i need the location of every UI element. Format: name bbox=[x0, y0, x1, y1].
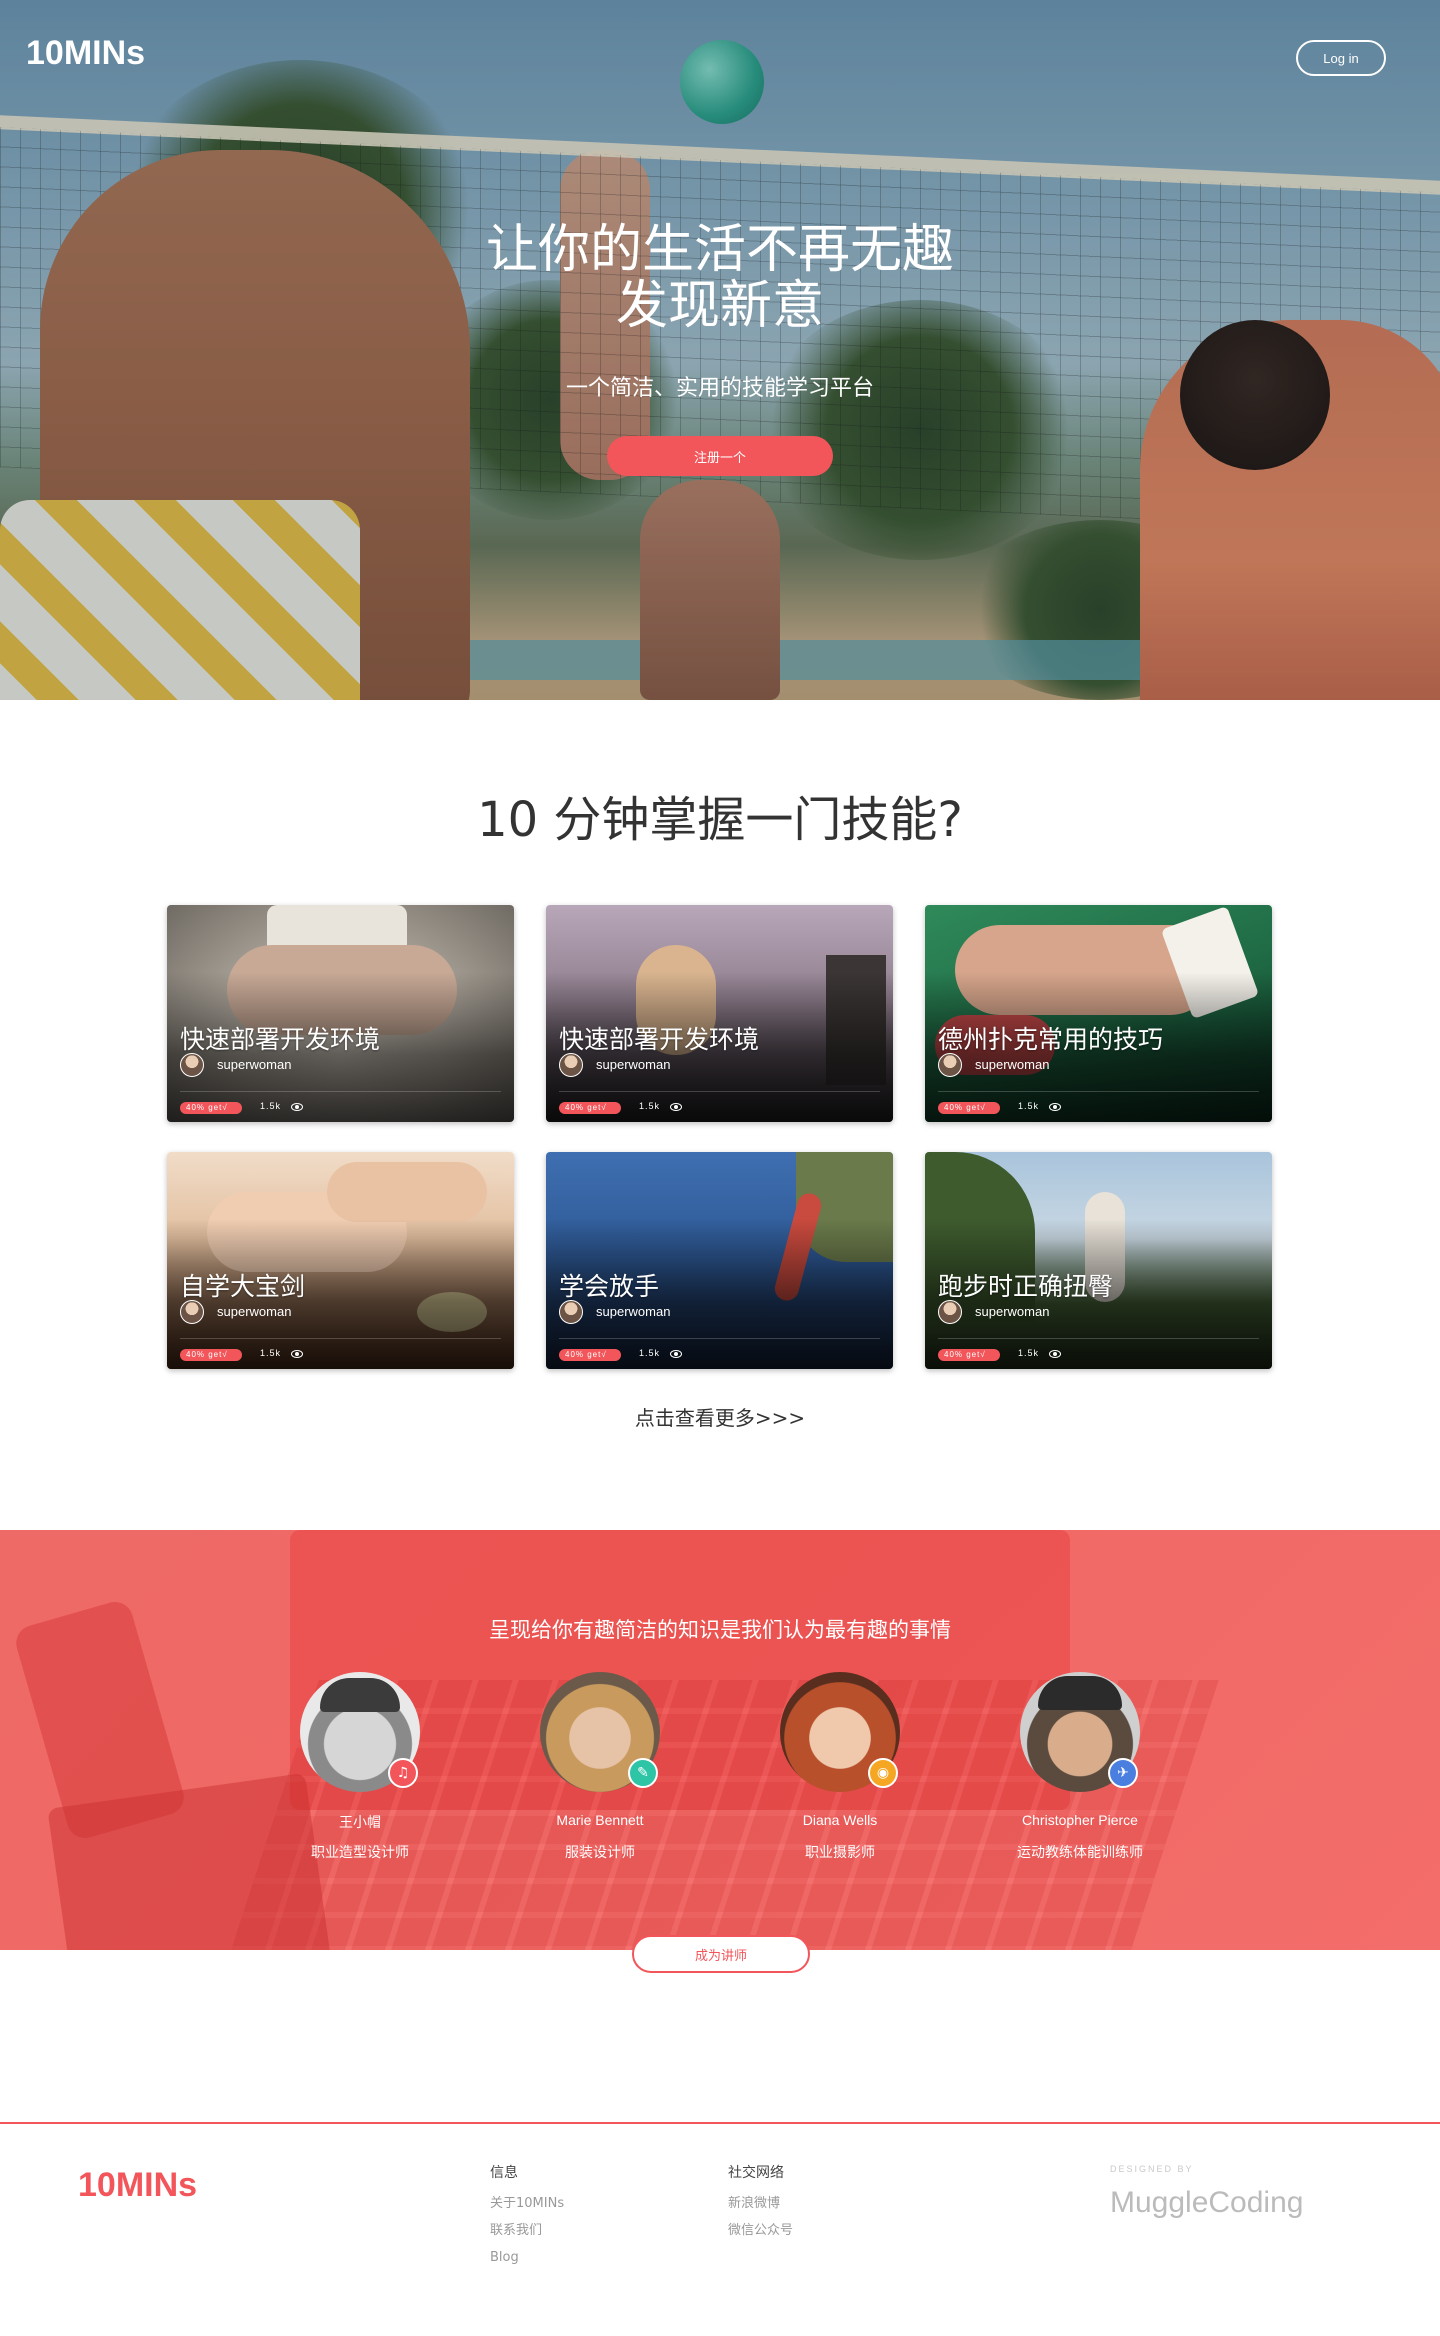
site-logo[interactable]: 10MINs bbox=[26, 34, 145, 73]
view-count: 1.5k bbox=[260, 1348, 282, 1358]
login-button[interactable]: Log in bbox=[1296, 40, 1386, 76]
eye-icon bbox=[291, 1103, 303, 1111]
card-author[interactable]: superwoman bbox=[217, 1304, 291, 1319]
signup-button[interactable]: 注册一个 bbox=[607, 436, 833, 476]
view-count: 1.5k bbox=[1018, 1348, 1040, 1358]
teachers-heading: 呈现给你有趣简洁的知识是我们认为最有趣的事情 bbox=[489, 1618, 951, 1642]
eye-icon bbox=[670, 1103, 682, 1111]
card-author[interactable]: superwoman bbox=[596, 1304, 670, 1319]
card-title: 自学大宝剑 bbox=[180, 1272, 306, 1301]
author-avatar bbox=[938, 1053, 962, 1077]
view-count: 1.5k bbox=[1018, 1101, 1040, 1111]
card-author[interactable]: superwoman bbox=[217, 1057, 291, 1072]
teacher-role: 职业摄影师 bbox=[805, 1845, 875, 1861]
teacher-name: Christopher Pierce bbox=[1022, 1812, 1138, 1828]
author-avatar bbox=[559, 1300, 583, 1324]
music-icon: ♫ bbox=[388, 1758, 418, 1788]
skill-card[interactable]: 德州扑克常用的技巧 superwoman 40% get√ 1.5k bbox=[925, 905, 1272, 1122]
author-avatar bbox=[180, 1300, 204, 1324]
footer-info-heading: 信息 bbox=[490, 2165, 518, 2181]
progress-badge: 40% get√ bbox=[559, 1349, 621, 1361]
pencil-icon: ✎ bbox=[628, 1758, 658, 1788]
eye-icon bbox=[291, 1350, 303, 1358]
see-more-link[interactable]: 点击查看更多>>> bbox=[0, 1402, 1440, 1431]
card-author[interactable]: superwoman bbox=[596, 1057, 670, 1072]
footer-social-column: 社交网络 新浪微博 微信公众号 bbox=[728, 2162, 793, 2244]
card-title: 跑步时正确扭臀 bbox=[938, 1272, 1114, 1301]
skills-heading: 10 分钟掌握一门技能? bbox=[477, 792, 963, 848]
card-title: 快速部署开发环境 bbox=[559, 1025, 760, 1054]
camera-icon: ◉ bbox=[868, 1758, 898, 1788]
footer-logo[interactable]: 10MINs bbox=[78, 2166, 197, 2205]
teacher-name: Diana Wells bbox=[802, 1812, 878, 1828]
skill-card[interactable]: 快速部署开发环境 superwoman 40% get√ 1.5k bbox=[167, 905, 514, 1122]
progress-badge: 40% get√ bbox=[559, 1102, 621, 1114]
skill-card[interactable]: 快速部署开发环境 superwoman 40% get√ 1.5k bbox=[546, 905, 893, 1122]
teacher-name: Marie Bennett bbox=[556, 1812, 644, 1828]
hero-title-line1: 让你的生活不再无趣 bbox=[485, 220, 954, 280]
hero-banner: 10MINs Log in 让你的生活不再无趣 发现新意 一个简洁、实用的技能学… bbox=[0, 0, 1440, 700]
progress-badge: 40% get√ bbox=[180, 1102, 242, 1114]
skill-card[interactable]: 学会放手 superwoman 40% get√ 1.5k bbox=[546, 1152, 893, 1369]
eye-icon bbox=[1049, 1350, 1061, 1358]
card-title: 快速部署开发环境 bbox=[180, 1025, 381, 1054]
hero-subtitle: 一个简洁、实用的技能学习平台 bbox=[565, 376, 874, 401]
footer-divider bbox=[0, 2122, 1440, 2124]
card-title: 学会放手 bbox=[559, 1272, 660, 1301]
hero-title: 让你的生活不再无趣 发现新意 bbox=[0, 222, 1440, 334]
footer-info-column: 信息 关于10MINs 联系我们 Blog bbox=[490, 2162, 564, 2271]
footer-link-about[interactable]: 关于10MINs bbox=[490, 2190, 564, 2217]
view-count: 1.5k bbox=[639, 1101, 661, 1111]
author-avatar bbox=[938, 1300, 962, 1324]
footer-link-wechat[interactable]: 微信公众号 bbox=[728, 2217, 793, 2244]
view-count: 1.5k bbox=[260, 1101, 282, 1111]
eye-icon bbox=[670, 1350, 682, 1358]
skill-card[interactable]: 自学大宝剑 superwoman 40% get√ 1.5k bbox=[167, 1152, 514, 1369]
plane-icon: ✈ bbox=[1108, 1758, 1138, 1788]
progress-badge: 40% get√ bbox=[938, 1102, 1000, 1114]
teachers-section bbox=[0, 1530, 1440, 1950]
skill-card[interactable]: 跑步时正确扭臀 superwoman 40% get√ 1.5k bbox=[925, 1152, 1272, 1369]
hero-title-line2: 发现新意 bbox=[615, 276, 824, 336]
teacher-name: 王小帽 bbox=[339, 1814, 381, 1830]
view-count: 1.5k bbox=[639, 1348, 661, 1358]
progress-badge: 40% get√ bbox=[180, 1349, 242, 1361]
teacher-role: 服装设计师 bbox=[565, 1845, 635, 1861]
teacher-role: 运动教练体能训练师 bbox=[1017, 1845, 1143, 1861]
become-teacher-button[interactable]: 成为讲师 bbox=[632, 1935, 810, 1973]
footer-link-blog[interactable]: Blog bbox=[490, 2244, 564, 2271]
footer-social-heading: 社交网络 bbox=[728, 2165, 784, 2181]
designer-name[interactable]: MuggleCoding bbox=[1110, 2186, 1303, 2220]
footer-link-contact[interactable]: 联系我们 bbox=[490, 2217, 564, 2244]
author-avatar bbox=[559, 1053, 583, 1077]
footer-link-weibo[interactable]: 新浪微博 bbox=[728, 2190, 793, 2217]
author-avatar bbox=[180, 1053, 204, 1077]
designed-by-label: DESIGNED BY bbox=[1110, 2164, 1194, 2174]
progress-badge: 40% get√ bbox=[938, 1349, 1000, 1361]
card-author[interactable]: superwoman bbox=[975, 1304, 1049, 1319]
card-author[interactable]: superwoman bbox=[975, 1057, 1049, 1072]
teacher-role: 职业造型设计师 bbox=[311, 1845, 409, 1861]
card-title: 德州扑克常用的技巧 bbox=[938, 1025, 1164, 1054]
eye-icon bbox=[1049, 1103, 1061, 1111]
